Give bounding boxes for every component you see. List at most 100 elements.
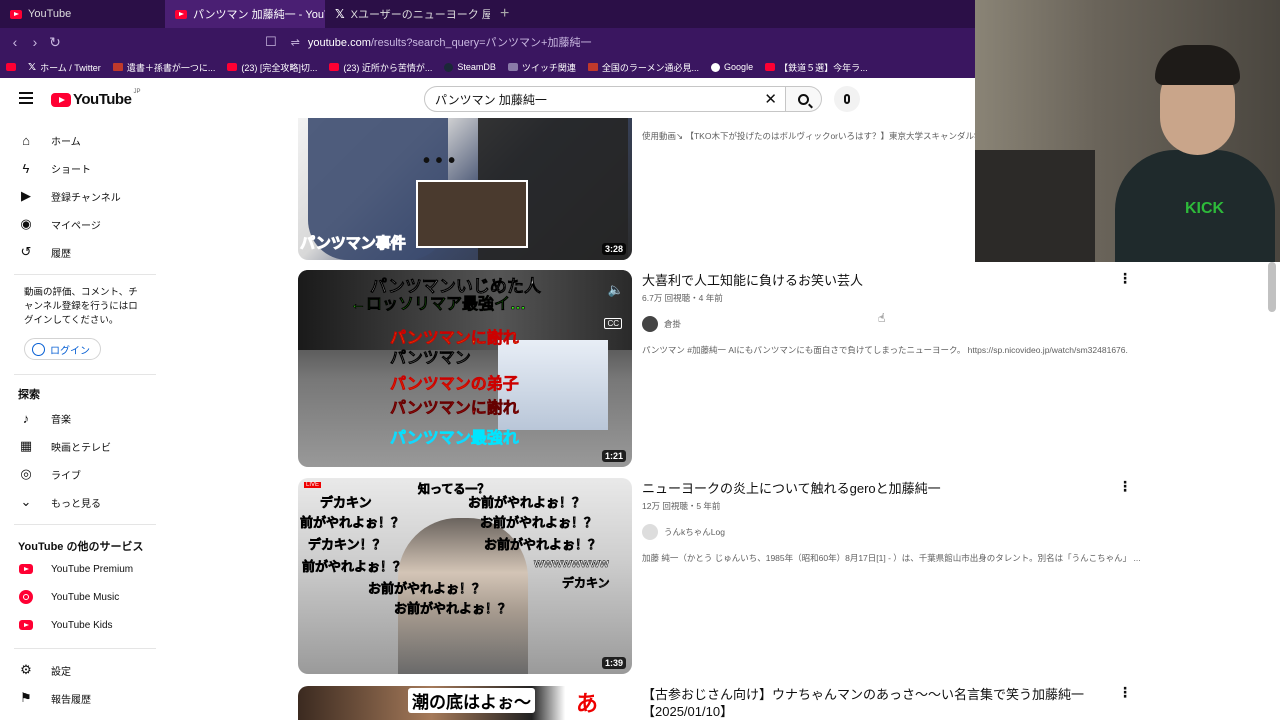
video-title[interactable]: ニューヨークの炎上について触れるgeroと加藤純一 — [642, 480, 1112, 497]
sidebar-item-home[interactable]: ⌂ ホーム — [18, 130, 81, 150]
new-tab-icon[interactable]: + — [490, 5, 519, 23]
video-meta: 大喜利で人工知能に負けるお笑い芸人 6.7万 回視聴・4 年前 倉掛 パンツマン… — [642, 272, 1128, 356]
sidebar-item-settings[interactable]: ⚙ 設定 — [18, 660, 71, 680]
site-info-icon[interactable]: ⇌ — [291, 36, 300, 49]
mute-icon[interactable]: 🔈 — [608, 282, 624, 298]
search-button[interactable] — [786, 86, 822, 112]
bookmarks-bar: 𝕏 ホーム / Twitter 遺書＋孫書が一つに... (23) [完全攻略]切… — [0, 56, 975, 78]
video-title[interactable]: 大喜利で人工知能に負けるお笑い芸人 — [642, 272, 1112, 289]
video-title[interactable]: 【古参おじさん向け】ウナちゃんマンのあっさ〜〜い名言集で笑う加藤純一【2025/… — [642, 686, 1112, 720]
bookmark-icon — [112, 63, 123, 71]
bookmark-item[interactable]: ツイッチ関連 — [507, 61, 576, 74]
explore-heading: 探索 — [18, 389, 40, 401]
google-icon — [711, 62, 721, 72]
video-description: パンツマン #加藤純一 AIにもパンツマンにも面白さで負けてしまったニューヨーク… — [642, 345, 1128, 355]
sidebar-item-history[interactable]: ↺ 履歴 — [18, 242, 71, 262]
film-icon: ▦ — [19, 438, 33, 453]
sidebar: ⌂ ホーム ϟ ショート ▶ 登録チャンネル ◉ マイページ ↺ 履歴 動画の評… — [0, 120, 160, 720]
bookmark-icon — [587, 63, 598, 71]
sidebar-item-subscriptions[interactable]: ▶ 登録チャンネル — [18, 186, 121, 206]
clear-search-icon[interactable]: ✕ — [764, 90, 777, 108]
folder-icon — [507, 63, 518, 71]
sidebar-item-you[interactable]: ◉ マイページ — [18, 214, 100, 234]
tab-title: パンツマン 加藤純一 - YouTube — [193, 9, 325, 21]
channel-link[interactable]: 倉掛 — [642, 316, 1112, 332]
bookmark-item[interactable]: (23) 近所から苦情が... — [329, 61, 432, 74]
forward-icon[interactable]: › — [25, 34, 45, 51]
sidebar-item-kids[interactable]: YouTube Kids — [18, 615, 113, 635]
youtube-icon — [227, 63, 238, 71]
bookmark-item[interactable]: 遺書＋孫書が一つに... — [112, 61, 215, 74]
login-button[interactable]: ログイン — [24, 338, 101, 360]
sidebar-item-music-app[interactable]: YouTube Music — [18, 587, 119, 607]
mouse-cursor-icon: ☝ — [878, 311, 886, 325]
reload-icon[interactable]: ↻ — [45, 34, 65, 51]
bookmark-item[interactable]: SteamDB — [444, 62, 496, 72]
thumbnail-caption: パンツマンの弟子 — [390, 376, 519, 394]
voice-search-button[interactable] — [834, 86, 860, 112]
sidebar-item-report-history[interactable]: ⚑ 報告履歴 — [18, 688, 91, 708]
sidebar-item-premium[interactable]: YouTube Premium — [18, 559, 133, 579]
sidebar-item-show-more[interactable]: ⌄ もっと見る — [18, 492, 101, 512]
x-icon: 𝕏 — [28, 61, 37, 73]
sidebar-item-music[interactable]: ♪ 音楽 — [18, 408, 71, 428]
tab-title: YouTube — [28, 8, 72, 20]
more-options-icon[interactable]: ⋮ — [1118, 478, 1132, 495]
thumbnail-caption: パンツマン最強れ — [390, 430, 519, 448]
flag-icon: ⚑ — [20, 690, 32, 705]
video-meta: ニューヨークの炎上について触れるgeroと加藤純一 12万 回視聴・5 年前 う… — [642, 480, 1141, 564]
x-favicon-icon: 𝕏 — [335, 7, 345, 21]
back-icon[interactable]: ‹ — [5, 34, 25, 51]
bookmark-icon[interactable]: ☐ — [265, 34, 277, 50]
browser-tab-strip: YouTube パンツマン 加藤純一 - YouTube ✕ 𝕏 Xユーザーのニ… — [0, 0, 975, 28]
sidebar-item-movies[interactable]: ▦ 映画とテレビ — [18, 436, 111, 456]
captions-icon[interactable]: CC — [604, 318, 622, 329]
browser-tab-youtube[interactable]: YouTube — [0, 0, 165, 28]
divider — [14, 648, 156, 649]
divider — [14, 374, 156, 375]
login-prompt: 動画の評価、コメント、チャンネル登録を行うにはログインしてください。 — [24, 287, 138, 326]
channel-avatar[interactable] — [642, 524, 658, 540]
bookmark-item[interactable]: 𝕏 ホーム / Twitter — [28, 61, 101, 74]
youtube-favicon-icon — [10, 9, 22, 19]
bookmark-item[interactable]: 【鉄道５選】今年ラ... — [765, 61, 868, 74]
thumbnail-caption: ←ロッソリマア最強イ… — [350, 296, 527, 314]
search-icon — [798, 93, 809, 105]
channel-link[interactable]: うんkちゃんLog — [642, 524, 1112, 540]
video-meta: 【古参おじさん向け】ウナちゃんマンのあっさ〜〜い名言集で笑う加藤純一【2025/… — [642, 686, 1112, 720]
microphone-icon — [844, 94, 850, 104]
url-path: /results?search_query=パンツマン+加藤純一 — [370, 37, 592, 49]
thumbnail-caption: パンツマン事件 — [300, 235, 407, 253]
thumbnail-caption: パンツマン — [390, 350, 471, 368]
tab-title: Xユーザーのニューヨーク 屋敷さん: 「パンツマ — [350, 9, 490, 21]
url-field[interactable]: ⇌ youtube.com/results?search_query=パンツマン… — [291, 34, 592, 50]
video-stats: 12万 回視聴・5 年前 — [642, 501, 721, 511]
scrollbar[interactable] — [1268, 262, 1276, 312]
youtube-logo[interactable]: YouTube JP — [51, 89, 140, 108]
subscriptions-icon: ▶ — [21, 188, 31, 203]
channel-avatar[interactable] — [642, 316, 658, 332]
browser-tab-x[interactable]: 𝕏 Xユーザーのニューヨーク 屋敷さん: 「パンツマ — [325, 0, 490, 28]
youtube-premium-icon — [18, 561, 34, 577]
menu-icon[interactable] — [19, 92, 33, 104]
youtube-icon — [765, 63, 776, 71]
video-thumbnail[interactable]: LIVE 知ってる一？ デカキン お前がやれよぉ！？ 前がやれよぉ！？ お前がや… — [298, 478, 632, 674]
bookmark-item[interactable]: Google — [711, 62, 753, 72]
youtube-bookmark-icon[interactable] — [6, 63, 16, 71]
bookmark-item[interactable]: (23) [完全攻略]切... — [227, 61, 317, 74]
chevron-down-icon: ⌄ — [20, 494, 32, 509]
browser-tab-active[interactable]: パンツマン 加藤純一 - YouTube ✕ — [165, 0, 325, 28]
video-duration: 3:28 — [601, 243, 626, 255]
video-duration: 1:39 — [601, 657, 626, 669]
account-icon: ◉ — [20, 216, 32, 231]
bookmark-item[interactable]: 全国のラーメン通必見... — [587, 61, 699, 74]
more-options-icon[interactable]: ⋮ — [1118, 684, 1132, 701]
video-thumbnail[interactable]: • • • パンツマン事件 3:28 — [298, 118, 632, 260]
video-thumbnail[interactable]: 潮の底はよぉ〜 あ — [298, 686, 632, 720]
more-options-icon[interactable]: ⋮ — [1118, 270, 1132, 287]
logo-text: YouTube — [73, 91, 132, 108]
search-input[interactable]: パンツマン 加藤純一 ✕ — [424, 86, 786, 112]
sidebar-item-shorts[interactable]: ϟ ショート — [18, 158, 91, 178]
sidebar-item-live[interactable]: ◎ ライブ — [18, 464, 81, 484]
video-thumbnail[interactable]: パンツマンいじめた人 ←ロッソリマア最強イ… パンツマンに謝れ パンツマン パン… — [298, 270, 632, 467]
